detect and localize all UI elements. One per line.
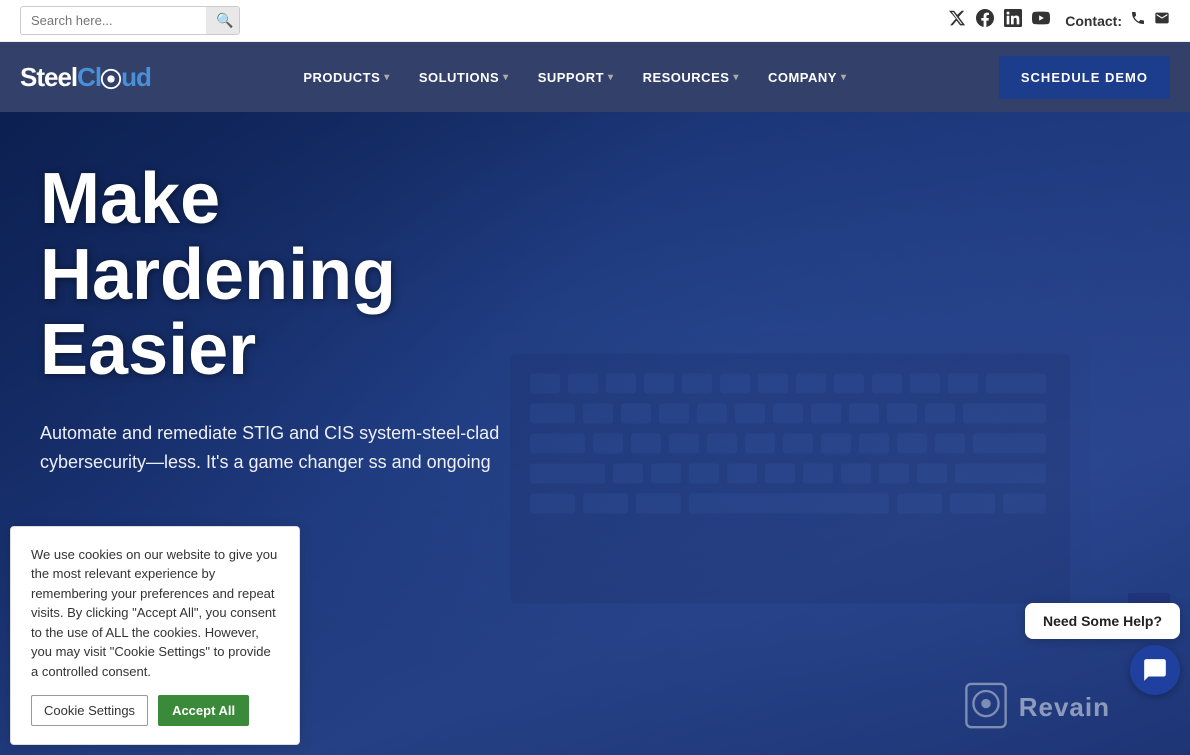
main-nav: SteelClud PRODUCTS ▾ SOLUTIONS ▾ SUPPORT…	[0, 42, 1190, 112]
hero-section: Make Hardening Easier Automate and remed…	[0, 112, 1190, 755]
social-icons	[948, 9, 1050, 32]
search-icon: 🔍	[216, 12, 233, 28]
contact-block: Contact:	[1065, 10, 1170, 31]
top-bar: 🔍	[0, 0, 1190, 42]
site-logo[interactable]: SteelClud	[20, 62, 151, 93]
products-chevron-icon: ▾	[384, 72, 390, 83]
youtube-icon[interactable]	[1032, 9, 1050, 32]
facebook-icon[interactable]	[976, 9, 994, 32]
help-bubble: Need Some Help?	[1025, 603, 1180, 639]
email-icon[interactable]	[1154, 10, 1170, 31]
resources-chevron-icon: ▾	[733, 72, 739, 83]
logo-cloud-text: Clud	[77, 62, 151, 93]
search-input[interactable]	[21, 8, 206, 33]
logo-text: Steel	[20, 62, 77, 93]
cookie-text: We use cookies on our website to give yo…	[31, 545, 279, 682]
nav-links: PRODUCTS ▾ SOLUTIONS ▾ SUPPORT ▾ RESOURC…	[151, 62, 999, 93]
nav-resources[interactable]: RESOURCES ▾	[631, 62, 751, 93]
company-chevron-icon: ▾	[841, 72, 847, 83]
hero-subtitle: Automate and remediate STIG and CIS syst…	[40, 419, 580, 477]
search-form: 🔍	[20, 6, 240, 35]
help-chat-button[interactable]	[1130, 645, 1180, 695]
contact-label: Contact:	[1065, 13, 1122, 29]
linkedin-icon[interactable]	[1004, 9, 1022, 32]
solutions-chevron-icon: ▾	[503, 72, 509, 83]
hero-content: Make Hardening Easier Automate and remed…	[0, 112, 620, 526]
top-bar-right: Contact:	[948, 9, 1170, 32]
cookie-accept-button[interactable]: Accept All	[158, 695, 249, 726]
cookie-banner: We use cookies on our website to give yo…	[10, 526, 300, 746]
nav-solutions[interactable]: SOLUTIONS ▾	[407, 62, 521, 93]
cookie-settings-button[interactable]: Cookie Settings	[31, 695, 148, 726]
revain-logo-icon	[961, 680, 1011, 735]
cookie-buttons: Cookie Settings Accept All	[31, 695, 279, 726]
nav-company[interactable]: COMPANY ▾	[756, 62, 859, 93]
schedule-demo-button[interactable]: SCHEDULE DEMO	[999, 56, 1170, 99]
nav-support[interactable]: SUPPORT ▾	[526, 62, 626, 93]
support-chevron-icon: ▾	[608, 72, 614, 83]
search-button[interactable]: 🔍	[206, 7, 240, 34]
revain-text: Revain	[1019, 692, 1110, 723]
hero-title: Make Hardening Easier	[40, 162, 580, 389]
phone-icon[interactable]	[1130, 10, 1146, 31]
nav-products[interactable]: PRODUCTS ▾	[291, 62, 401, 93]
twitter-icon[interactable]	[948, 9, 966, 32]
help-widget: Need Some Help?	[1025, 603, 1180, 695]
